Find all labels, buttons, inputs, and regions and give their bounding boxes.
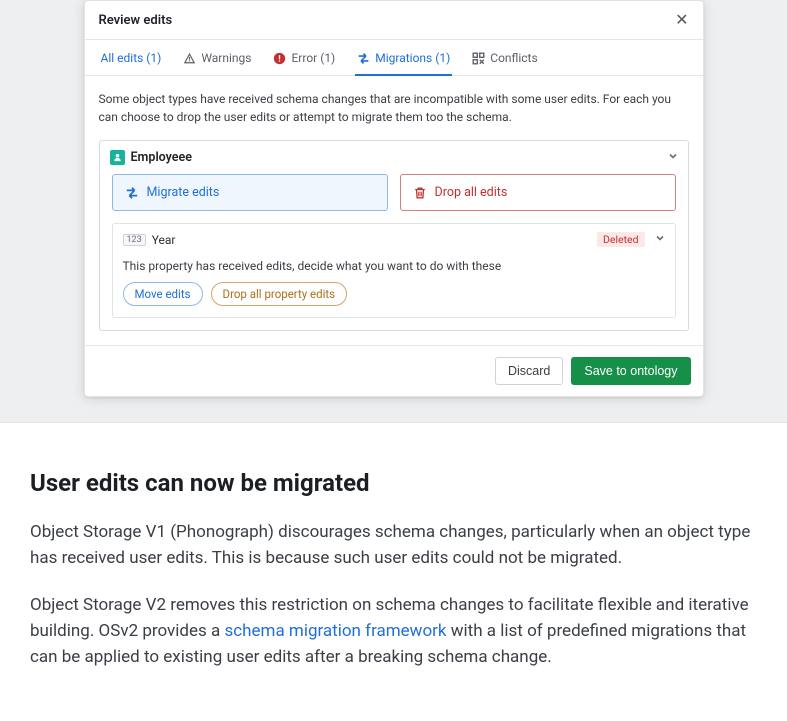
tab-all-edits[interactable]: All edits (1): [99, 41, 164, 76]
warning-icon: [183, 52, 196, 65]
schema-migration-link[interactable]: schema migration framework: [224, 621, 446, 641]
button-label: Migrate edits: [147, 185, 220, 200]
dialog-title: Review edits: [99, 13, 173, 28]
tab-label: All edits (1): [101, 51, 162, 65]
property-body: This property has received edits, decide…: [113, 255, 675, 317]
property-type-chip: 123: [123, 234, 146, 246]
close-icon[interactable]: ✕: [675, 12, 688, 28]
error-icon: [273, 52, 286, 65]
tab-label: Migrations (1): [375, 51, 450, 65]
migration-option-row: Migrate edits Drop all edits: [100, 174, 688, 223]
button-label: Drop all edits: [435, 185, 508, 200]
doc-heading: User edits can now be migrated: [30, 469, 757, 497]
drop-all-edits-button[interactable]: Drop all edits: [400, 174, 676, 211]
migrate-icon: [125, 186, 139, 200]
chevron-down-icon: [668, 151, 678, 164]
tab-error[interactable]: Error (1): [271, 41, 337, 76]
property-help-text: This property has received edits, decide…: [123, 259, 665, 273]
discard-button[interactable]: Discard: [495, 357, 563, 385]
review-edits-dialog: Review edits ✕ All edits (1) Warnings Er…: [84, 0, 704, 397]
tab-conflicts[interactable]: Conflicts: [470, 41, 539, 76]
tab-label: Conflicts: [490, 51, 537, 65]
doc-paragraph-1: Object Storage V1 (Phonograph) discourag…: [30, 519, 757, 572]
object-card-header[interactable]: Employeee: [100, 141, 688, 174]
tab-label: Warnings: [201, 51, 251, 65]
property-row: 123 Year Deleted This property has recei…: [112, 223, 676, 318]
tab-label: Error (1): [291, 51, 335, 65]
tab-warnings[interactable]: Warnings: [181, 41, 253, 76]
trash-icon: [413, 186, 427, 200]
chevron-down-icon: [655, 233, 665, 246]
object-card: Employeee Migrate edits: [99, 140, 689, 331]
tab-migrations[interactable]: Migrations (1): [355, 41, 452, 76]
property-name: Year: [152, 233, 176, 247]
status-badge: Deleted: [597, 232, 645, 247]
dialog-header: Review edits ✕: [85, 1, 703, 40]
tab-bar: All edits (1) Warnings Error (1) Migrati…: [85, 40, 703, 76]
object-type-icon: [110, 150, 125, 165]
property-header[interactable]: 123 Year Deleted: [113, 224, 675, 255]
migration-explainer: Some object types have received schema c…: [99, 90, 689, 126]
doc-paragraph-2: Object Storage V2 removes this restricti…: [30, 592, 757, 671]
save-button[interactable]: Save to ontology: [571, 357, 690, 385]
dialog-footer: Discard Save to ontology: [85, 345, 703, 396]
dialog-body: Some object types have received schema c…: [85, 76, 703, 345]
drop-property-edits-button[interactable]: Drop all property edits: [211, 282, 348, 306]
doc-section: User edits can now be migrated Object St…: [0, 422, 787, 721]
move-edits-button[interactable]: Move edits: [123, 282, 203, 306]
migrations-icon: [357, 52, 370, 65]
conflicts-icon: [472, 52, 485, 65]
migrate-edits-button[interactable]: Migrate edits: [112, 174, 388, 211]
object-name: Employeee: [131, 150, 192, 165]
